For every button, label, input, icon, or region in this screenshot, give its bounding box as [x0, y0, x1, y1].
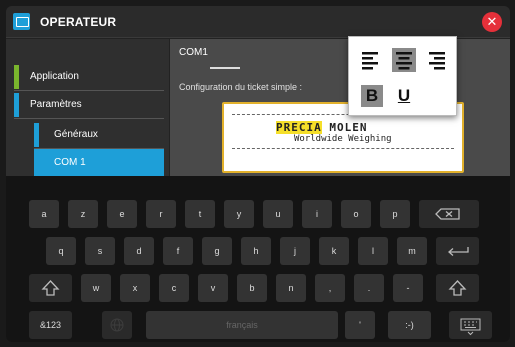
tab-indicator — [210, 67, 240, 72]
shift-icon — [41, 280, 60, 296]
key-h[interactable]: h — [241, 237, 271, 265]
ticket-line-1-rest: MOLEN — [321, 121, 368, 134]
app-monitor-icon — [13, 13, 30, 30]
hide-keyboard-key[interactable] — [449, 311, 492, 339]
key-c[interactable]: c — [159, 274, 189, 302]
align-center-icon — [396, 52, 412, 70]
backspace-icon — [435, 208, 460, 220]
sidebar-item-application[interactable]: Application — [14, 63, 164, 91]
sidebar-item-label: Généraux — [54, 129, 98, 140]
key-j[interactable]: j — [280, 237, 310, 265]
key-d[interactable]: d — [124, 237, 154, 265]
key-w[interactable]: w — [81, 274, 111, 302]
sidebar-item-label: Paramètres — [30, 99, 82, 110]
key-g[interactable]: g — [202, 237, 232, 265]
key-z[interactable]: z — [68, 200, 98, 228]
align-right-button[interactable] — [425, 48, 449, 72]
enter-key[interactable] — [436, 237, 479, 265]
main-panel: COM1 Configuration du ticket simple : PR… — [170, 39, 510, 176]
nav-indicator-bar — [34, 151, 39, 175]
key-b[interactable]: b — [237, 274, 267, 302]
key-apostrophe[interactable]: ' — [345, 311, 375, 339]
title-bar: OPERATEUR ✕ — [6, 6, 510, 38]
shift-key-left[interactable] — [29, 274, 72, 302]
sidebar-item-generaux[interactable]: Généraux — [34, 121, 164, 149]
backspace-key[interactable] — [419, 200, 479, 228]
keyboard-hide-icon — [460, 318, 481, 336]
align-center-button[interactable] — [392, 48, 416, 72]
space-key[interactable]: français — [146, 311, 338, 339]
key-o[interactable]: o — [341, 200, 371, 228]
nav-indicator-bar — [34, 123, 39, 147]
key-i[interactable]: i — [302, 200, 332, 228]
key-u[interactable]: u — [263, 200, 293, 228]
shift-key-right[interactable] — [436, 274, 479, 302]
sidebar-item-com1[interactable]: COM 1 — [34, 149, 164, 177]
ticket-line-2[interactable]: Worldwide Weighing — [294, 134, 392, 144]
key-period[interactable]: . — [354, 274, 384, 302]
align-left-button[interactable] — [358, 48, 382, 72]
enter-arrow-icon — [448, 247, 469, 256]
sidebar: Application Paramètres Généraux COM 1 — [6, 39, 169, 177]
underline-button[interactable]: U — [393, 85, 415, 107]
key-hyphen[interactable]: - — [393, 274, 423, 302]
key-t[interactable]: t — [185, 200, 215, 228]
key-k[interactable]: k — [319, 237, 349, 265]
key-q[interactable]: q — [46, 237, 76, 265]
key-m[interactable]: m — [397, 237, 427, 265]
section-subtitle: Configuration du ticket simple : — [179, 82, 303, 92]
app-window: OPERATEUR ✕ Application Paramètres Génér… — [6, 6, 510, 342]
window-title: OPERATEUR — [40, 15, 117, 29]
align-right-icon — [429, 52, 445, 70]
key-f[interactable]: f — [163, 237, 193, 265]
ticket-highlighted-text: PRECIA — [276, 121, 322, 134]
sidebar-item-parametres[interactable]: Paramètres — [14, 91, 164, 119]
key-v[interactable]: v — [198, 274, 228, 302]
key-a[interactable]: a — [29, 200, 59, 228]
key-comma[interactable]: , — [315, 274, 345, 302]
ticket-divider — [232, 148, 454, 149]
key-x[interactable]: x — [120, 274, 150, 302]
sidebar-item-label: Application — [30, 71, 79, 82]
ticket-line-1[interactable]: PRECIA MOLEN — [276, 121, 368, 134]
key-r[interactable]: r — [146, 200, 176, 228]
emoji-key[interactable]: :-) — [388, 311, 431, 339]
key-s[interactable]: s — [85, 237, 115, 265]
align-left-icon — [362, 52, 378, 70]
nav-indicator-bar — [14, 65, 19, 89]
symbols-key[interactable]: &123 — [29, 311, 72, 339]
text-format-popup: B U — [348, 36, 457, 116]
page-title: COM1 — [179, 47, 208, 58]
close-button[interactable]: ✕ — [482, 12, 502, 32]
on-screen-keyboard: a z e r t y u i o p q s d f g h j k l m — [6, 176, 510, 342]
key-p[interactable]: p — [380, 200, 410, 228]
key-l[interactable]: l — [358, 237, 388, 265]
shift-icon — [448, 280, 467, 296]
language-key[interactable] — [102, 311, 132, 339]
globe-icon — [110, 318, 124, 332]
key-e[interactable]: e — [107, 200, 137, 228]
key-n[interactable]: n — [276, 274, 306, 302]
bold-button[interactable]: B — [361, 85, 383, 107]
key-y[interactable]: y — [224, 200, 254, 228]
sidebar-item-label: COM 1 — [54, 157, 86, 168]
nav-indicator-bar — [14, 93, 19, 117]
